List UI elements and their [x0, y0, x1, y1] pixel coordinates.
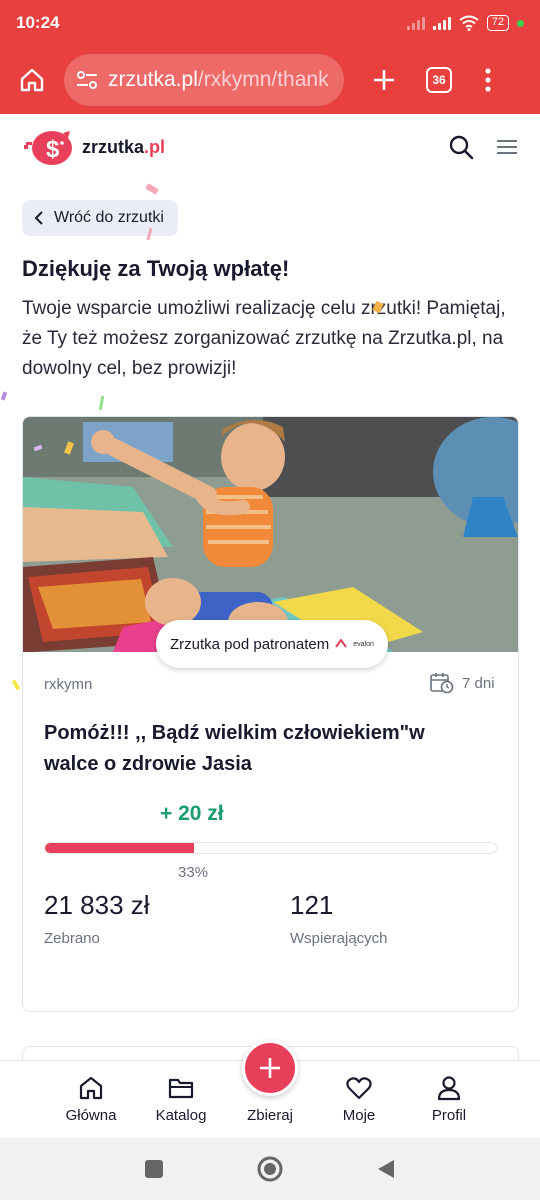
- privacy-indicator-dot: [517, 19, 524, 27]
- confetti-piece: [11, 679, 21, 691]
- hamburger-menu-icon[interactable]: [496, 138, 518, 156]
- progress-bar-fill: [45, 843, 194, 853]
- patron-logo-icon: [335, 639, 348, 648]
- signal-icon: [432, 16, 451, 30]
- back-to-fundraiser-button[interactable]: Wróć do zrzutki: [22, 200, 178, 236]
- back-button-label: Wróć do zrzutki: [54, 209, 164, 226]
- campaign-photo-illustration: [23, 417, 518, 652]
- back-triangle-icon[interactable]: [376, 1158, 396, 1180]
- days-left-label: 7 dni: [462, 674, 495, 692]
- more-vert-icon: [485, 68, 491, 92]
- status-bar: 10:24 72: [0, 0, 540, 46]
- home-icon: [79, 1076, 103, 1100]
- url-text: zrzutka.pl/rxkymn/thank: [108, 68, 329, 92]
- plus-icon: [374, 70, 394, 90]
- heart-icon: [346, 1077, 372, 1100]
- address-bar[interactable]: zrzutka.pl/rxkymn/thank: [64, 54, 344, 106]
- create-fundraiser-fab[interactable]: [242, 1040, 298, 1096]
- user-icon: [437, 1076, 461, 1101]
- nav-item-mine[interactable]: Moje: [314, 1075, 404, 1124]
- campaign-title[interactable]: Pomóż!!! ,, Bądź wielkim człowiekiem"w w…: [44, 718, 484, 780]
- folder-icon: [168, 1078, 194, 1099]
- thanks-title: Dziękuję za Twoją wpłatę!: [22, 256, 290, 281]
- progress-bar: [44, 842, 497, 854]
- browser-toolbar: zrzutka.pl/rxkymn/thank 36: [0, 46, 540, 114]
- nav-item-catalog[interactable]: Katalog: [136, 1075, 226, 1124]
- status-time: 10:24: [16, 13, 60, 32]
- nav-item-profile[interactable]: Profil: [404, 1075, 494, 1124]
- thanks-text: Twoje wsparcie umożliwi realizację celu …: [22, 298, 506, 379]
- confetti-piece: [145, 183, 159, 195]
- home-circle-icon[interactable]: [256, 1155, 284, 1183]
- nav-label-catalog: Katalog: [155, 1107, 207, 1124]
- nav-label-mine: Moje: [342, 1107, 376, 1124]
- confetti-piece: [98, 395, 105, 411]
- nav-item-home[interactable]: Główna: [46, 1075, 136, 1124]
- browser-home-button[interactable]: [12, 60, 52, 100]
- supporters-count: 121: [290, 890, 334, 920]
- nav-label-profile: Profil: [431, 1107, 467, 1124]
- new-tab-button[interactable]: [364, 60, 404, 100]
- progress-percent: 33%: [178, 864, 209, 881]
- piggy-bank-logo-icon: $: [24, 131, 72, 165]
- confetti-piece: [0, 391, 8, 401]
- site-logo[interactable]: $ zrzutka.pl: [22, 127, 165, 167]
- plus-icon: [260, 1058, 280, 1078]
- battery-indicator: 72: [486, 15, 509, 31]
- recent-donation: + 20 zł: [160, 802, 224, 825]
- amount-collected-label: Zebrano: [44, 930, 100, 947]
- campaign-card[interactable]: [22, 416, 519, 1012]
- logo-name: zrzutka: [82, 136, 145, 157]
- chevron-left-icon: [34, 211, 43, 225]
- url-domain: zrzutka.pl: [108, 68, 198, 91]
- calendar-clock-icon: [430, 673, 454, 694]
- patron-logo-text: evalon: [353, 640, 374, 648]
- wifi-icon: [459, 15, 479, 31]
- supporters-label: Wspierających: [290, 930, 388, 947]
- patronage-label: Zrzutka pod patronatem: [170, 635, 330, 653]
- campaign-photo: [23, 417, 518, 652]
- url-path: /rxkymn/thank: [197, 68, 329, 91]
- site-settings-icon[interactable]: [76, 71, 98, 89]
- organizer-name[interactable]: rxkymn: [44, 676, 92, 693]
- nav-label-home: Główna: [65, 1107, 117, 1124]
- system-navigation-bar: [0, 1138, 540, 1200]
- signal-icon: [406, 16, 425, 30]
- svg-text:$: $: [46, 136, 60, 163]
- tab-switcher-button[interactable]: 36: [426, 67, 452, 93]
- recent-apps-icon[interactable]: [144, 1159, 164, 1179]
- site-header: $ zrzutka.pl: [0, 114, 540, 180]
- days-left: 7 dni: [430, 672, 495, 694]
- browser-menu-button[interactable]: [478, 60, 498, 100]
- logo-tld: .pl: [144, 136, 166, 157]
- search-icon[interactable]: [448, 134, 474, 160]
- amount-collected: 21 833 zł: [44, 890, 150, 920]
- patronage-badge[interactable]: Zrzutka pod patronatem evalon: [156, 620, 388, 668]
- home-icon: [20, 68, 44, 92]
- nav-label-collect: Zbieraj: [247, 1107, 293, 1124]
